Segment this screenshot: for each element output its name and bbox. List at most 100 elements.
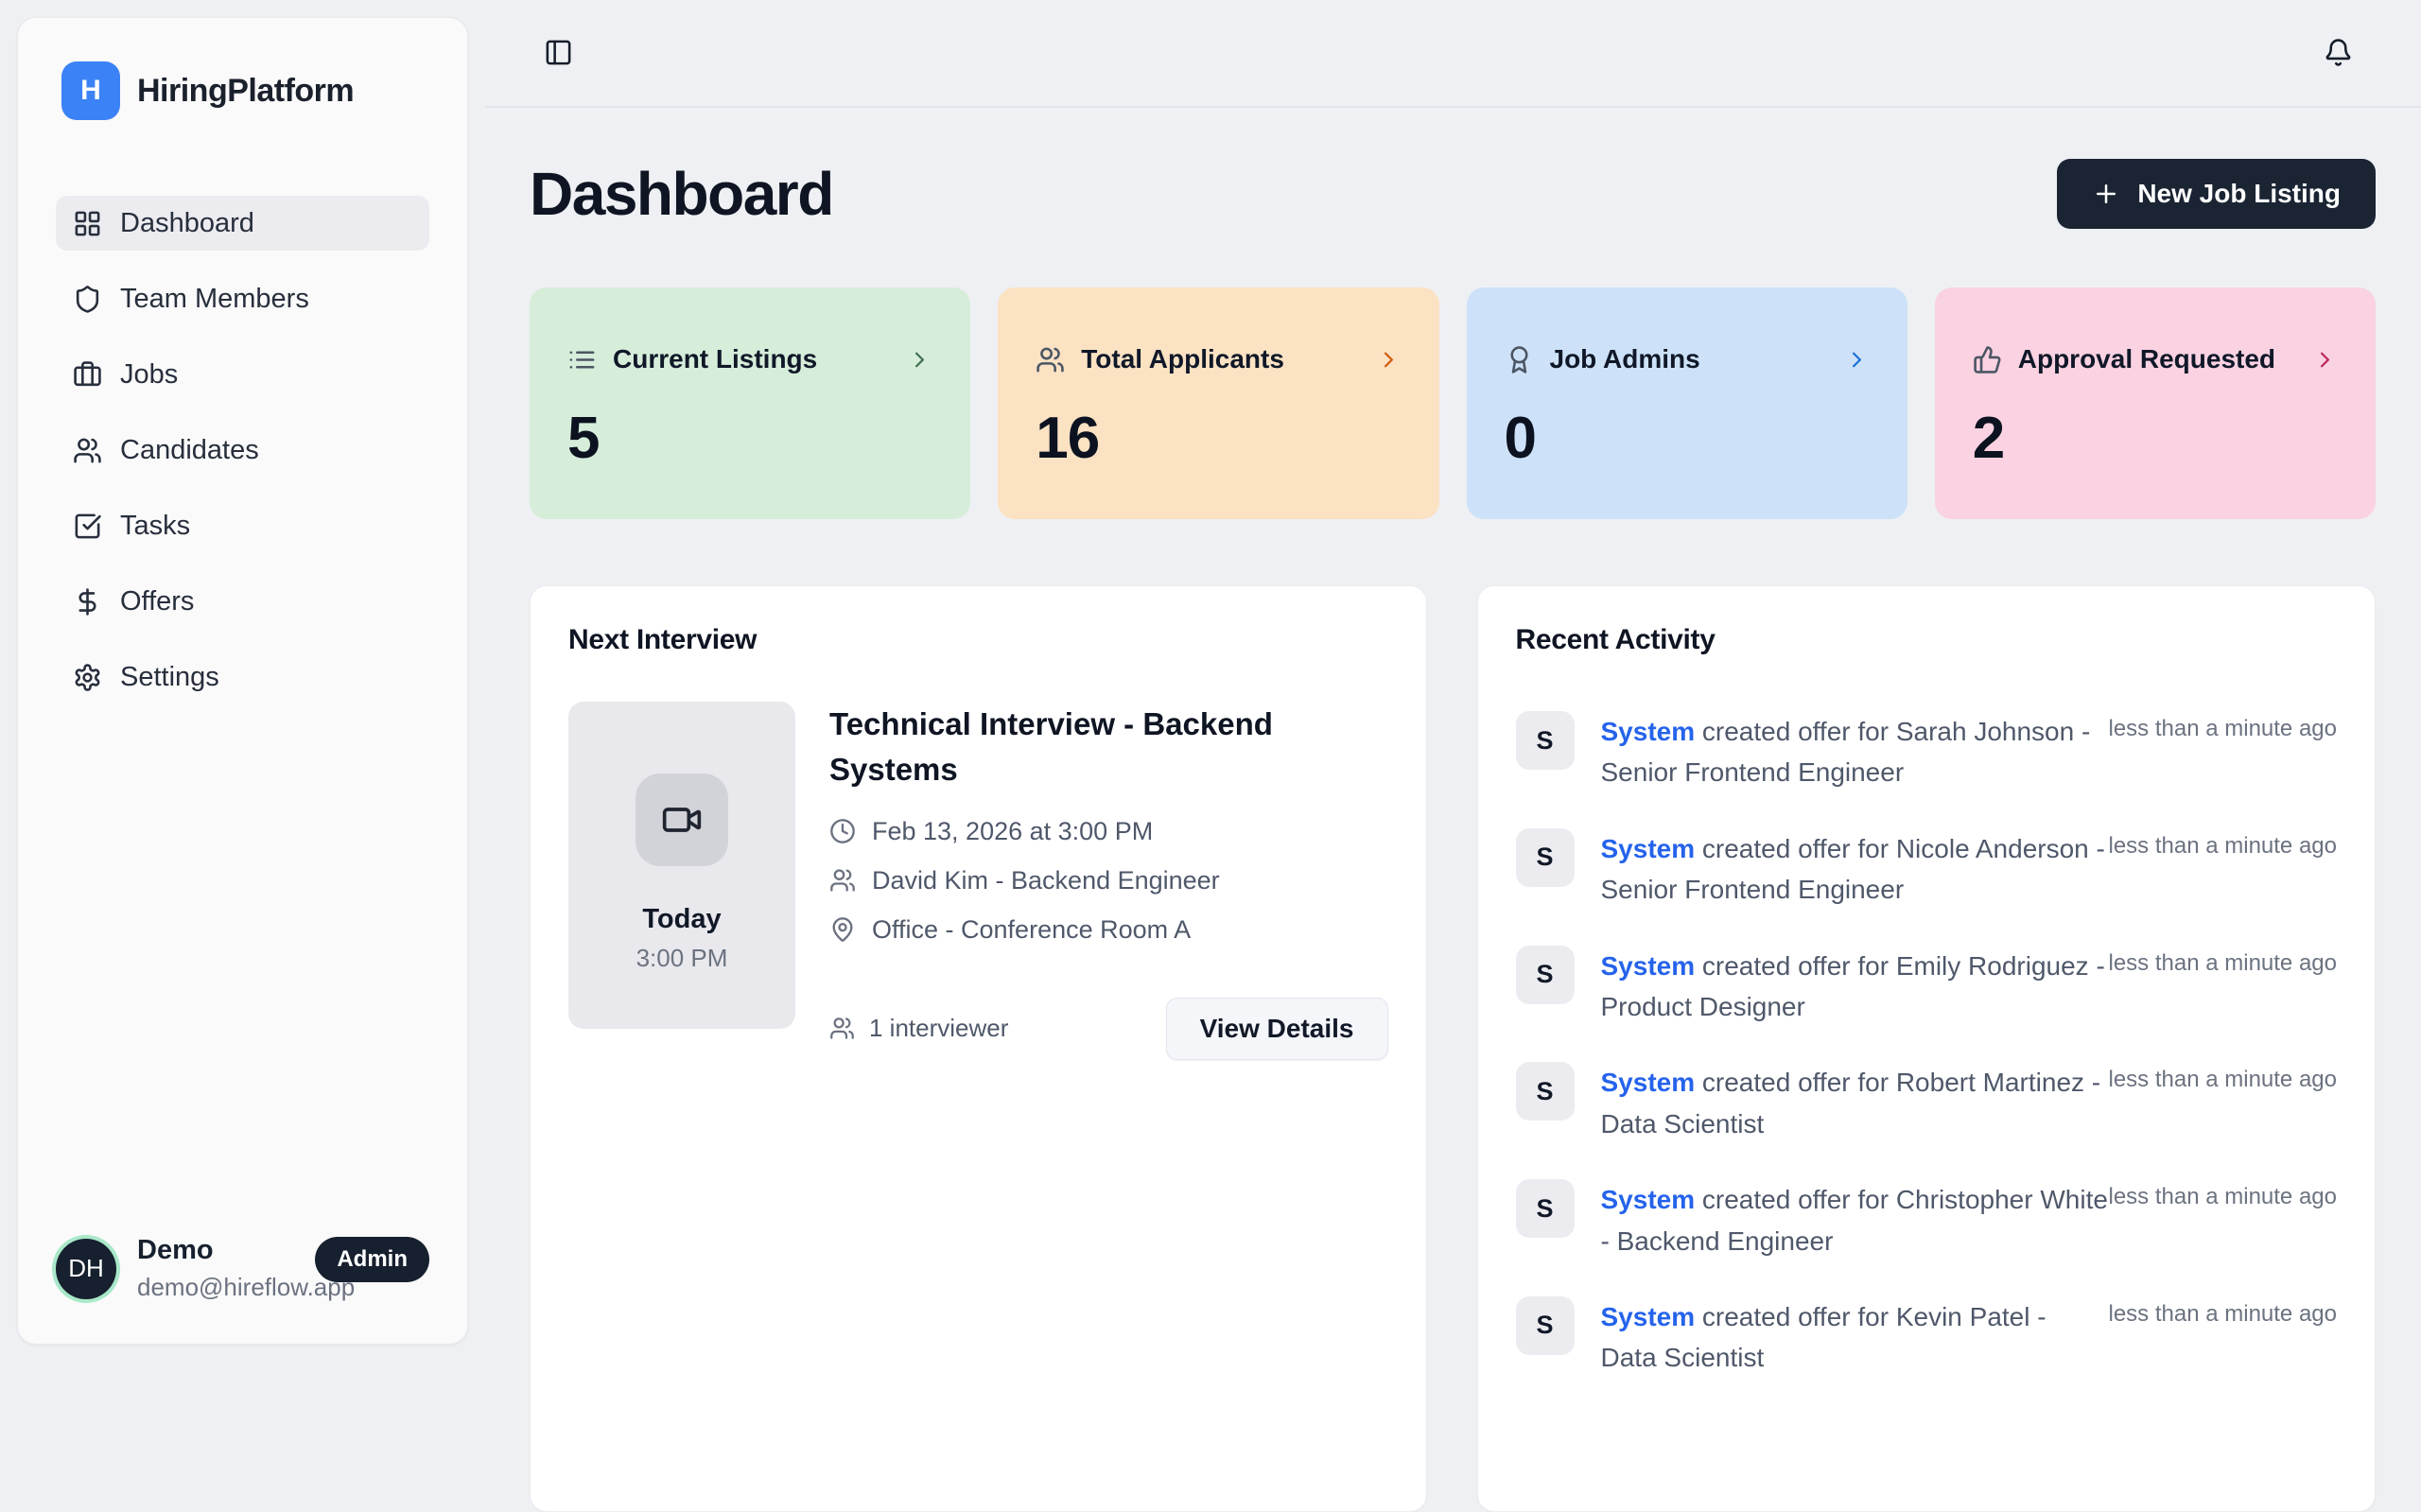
interview-title: Technical Interview - Backend Systems — [829, 702, 1359, 792]
view-details-button[interactable]: View Details — [1166, 998, 1388, 1060]
user-meta: Demo demo@hireflow.app — [137, 1235, 315, 1302]
stat-label: Job Admins — [1550, 344, 1700, 374]
interview-detail-text: Feb 13, 2026 at 3:00 PM — [872, 817, 1153, 846]
chevron-right-icon[interactable] — [1844, 347, 1870, 373]
sidebar-item-label: Offers — [120, 586, 194, 617]
sidebar-item-dashboard[interactable]: Dashboard — [56, 196, 429, 251]
app-title: HiringPlatform — [137, 73, 354, 110]
stat-value: 16 — [1036, 405, 1401, 472]
activity-actor-link[interactable]: System — [1601, 951, 1696, 981]
sidebar-item-jobs[interactable]: Jobs — [56, 347, 429, 402]
sidebar-item-settings[interactable]: Settings — [56, 650, 429, 704]
interview-detail-text: Office - Conference Room A — [872, 915, 1191, 945]
stat-card-current-listings[interactable]: Current Listings5 — [530, 287, 970, 519]
stat-label: Current Listings — [613, 344, 817, 374]
sidebar-item-candidates[interactable]: Candidates — [56, 423, 429, 478]
stat-card-header: Approval Requested — [1973, 344, 2338, 374]
stat-card-total-applicants[interactable]: Total Applicants 16 — [998, 287, 1438, 519]
activity-item: S System created offer for Emily Rodrigue… — [1516, 946, 2338, 1028]
activity-actor-link[interactable]: System — [1601, 717, 1696, 746]
activity-actor-link[interactable]: System — [1601, 1068, 1696, 1097]
activity-text: System created offer for Kevin Patel - D… — [1601, 1296, 2109, 1379]
new-job-listing-label: New Job Listing — [2137, 179, 2341, 209]
bell-icon — [2324, 38, 2353, 67]
layout-grid-icon — [73, 209, 102, 238]
chevron-right-icon[interactable] — [1376, 347, 1402, 373]
sidebar-toggle-button[interactable] — [544, 38, 573, 70]
gear-icon — [73, 663, 102, 692]
dollar-icon — [73, 587, 102, 617]
video-icon-tile — [636, 773, 728, 866]
avatar: DH — [56, 1239, 116, 1299]
notifications-button[interactable] — [2324, 38, 2353, 70]
activity-avatar: S — [1516, 828, 1575, 887]
activity-list: SSystem created offer for Sarah Johnson … — [1516, 711, 2338, 1379]
sidebar-item-label: Dashboard — [120, 208, 254, 239]
sidebar-item-offers[interactable]: Offers — [56, 574, 429, 629]
recent-activity-panel: Recent Activity S System created offer fo… — [1477, 585, 2377, 1512]
user-card[interactable]: DH Demo demo@hireflow.app Admin — [56, 1235, 429, 1302]
interview-media-tile: Today 3:00 PM — [568, 702, 795, 1029]
users-icon — [1036, 345, 1065, 374]
interviewer-count: 1 interviewer — [829, 1014, 1008, 1043]
stat-card-header: Current Listings — [567, 344, 932, 374]
shield-icon — [73, 285, 102, 314]
panel-left-icon — [544, 38, 573, 67]
next-interview-title: Next Interview — [568, 624, 1388, 656]
activity-actor-link[interactable]: System — [1601, 834, 1696, 863]
activity-avatar: S — [1516, 1062, 1575, 1121]
interview-detail-row: Feb 13, 2026 at 3:00 PM — [829, 817, 1388, 846]
activity-avatar: S — [1516, 1296, 1575, 1355]
chevron-right-icon[interactable] — [2312, 347, 2338, 373]
activity-avatar: S — [1516, 711, 1575, 770]
activity-item: SSystem created offer for Sarah Johnson … — [1516, 711, 2338, 793]
sidebar-item-label: Candidates — [120, 435, 259, 466]
activity-actor-link[interactable]: System — [1601, 1302, 1696, 1331]
interview-detail-row: Office - Conference Room A — [829, 915, 1388, 945]
interview-details: Feb 13, 2026 at 3:00 PMDavid Kim - Backe… — [829, 817, 1388, 945]
users-icon — [829, 1016, 855, 1041]
users-icon — [73, 436, 102, 465]
activity-avatar: S — [1516, 1179, 1575, 1238]
sidebar-item-team-members[interactable]: Team Members — [56, 271, 429, 326]
sidebar: H HiringPlatform Dashboard Team Members Jo… — [17, 17, 468, 1345]
activity-timestamp: less than a minute ago — [2109, 1062, 2338, 1093]
page-title: Dashboard — [530, 159, 833, 229]
recent-activity-title: Recent Activity — [1516, 624, 2338, 656]
next-interview-panel: Next Interview Today 3:00 PM Technical I… — [530, 585, 1427, 1512]
role-badge: Admin — [315, 1237, 429, 1282]
activity-item: S System created offer for Nicole Anderso… — [1516, 828, 2338, 911]
thumbs-up-icon — [1973, 345, 2002, 374]
new-job-listing-button[interactable]: New Job Listing — [2057, 159, 2376, 229]
stat-label: Approval Requested — [2018, 344, 2275, 374]
dashboard-content: Dashboard New Job Listing Current Listin… — [485, 159, 2421, 1512]
activity-timestamp: less than a minute ago — [2109, 1296, 2338, 1328]
activity-timestamp: less than a minute ago — [2109, 946, 2338, 977]
activity-item: S System created offer for Kevin Patel - … — [1516, 1296, 2338, 1379]
list-icon — [567, 345, 597, 374]
award-icon — [1505, 345, 1534, 374]
clock-icon — [829, 818, 856, 844]
user-email: demo@hireflow.app — [137, 1273, 315, 1302]
stats-row: Current Listings5 Total Applicants 16 Job A… — [530, 287, 2376, 519]
sidebar-item-tasks[interactable]: Tasks — [56, 498, 429, 553]
topbar — [485, 0, 2421, 108]
activity-actor-link[interactable]: System — [1601, 1185, 1696, 1214]
interview-time-label: 3:00 PM — [636, 944, 728, 973]
stat-value: 0 — [1505, 405, 1870, 472]
activity-timestamp: less than a minute ago — [2109, 828, 2338, 860]
app-logo: H HiringPlatform — [18, 18, 467, 120]
stat-label: Total Applicants — [1081, 344, 1284, 374]
stat-card-header: Job Admins — [1505, 344, 1870, 374]
sidebar-item-label: Team Members — [120, 284, 309, 315]
activity-timestamp: less than a minute ago — [2109, 1179, 2338, 1210]
activity-text: System created offer for Nicole Anderson… — [1601, 828, 2109, 911]
user-name: Demo — [137, 1235, 315, 1266]
activity-avatar: S — [1516, 946, 1575, 1004]
chevron-right-icon[interactable] — [907, 347, 932, 373]
stat-card-approval-requested[interactable]: Approval Requested2 — [1935, 287, 2376, 519]
activity-item: SSystem created offer for Robert Martine… — [1516, 1062, 2338, 1144]
stat-card-job-admins[interactable]: Job Admins 0 — [1467, 287, 1907, 519]
activity-text: System created offer for Emily Rodriguez… — [1601, 946, 2109, 1028]
app-logo-icon: H — [61, 61, 120, 120]
